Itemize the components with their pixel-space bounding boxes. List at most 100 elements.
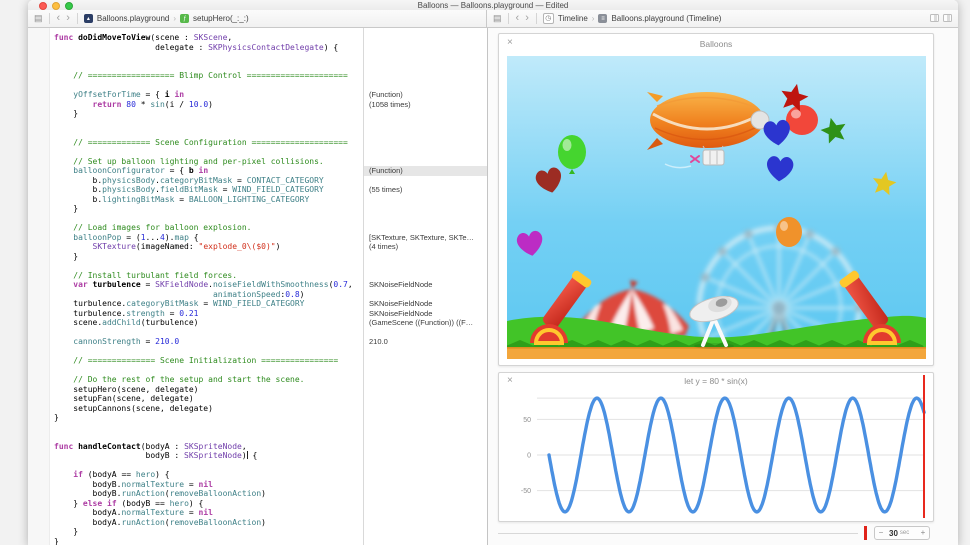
xcode-window: Balloons — Balloons.playground — Edited … [28, 0, 958, 545]
code-line: } [54, 109, 79, 118]
code-line: // Load images for balloon explosion. [54, 223, 252, 232]
result-value[interactable]: SKNoiseFieldNode [364, 299, 487, 309]
divider [535, 13, 537, 24]
chart-card-header: × let y = 80 * sin(x) [499, 373, 933, 391]
code-line: bodyB.runAction(removeBalloonAction) [54, 489, 266, 498]
divider [76, 13, 78, 24]
timeline-doc-icon: ≡ [598, 14, 608, 23]
result-value[interactable]: (4 times) [364, 242, 487, 252]
zoom-window-button[interactable] [65, 2, 73, 10]
titlebar[interactable]: Balloons — Balloons.playground — Edited [28, 0, 958, 10]
code-line: b.physicsBody.fieldBitMask = WIND_FIELD_… [54, 185, 324, 194]
breadcrumb-pane[interactable]: Timeline [558, 14, 588, 23]
related-items-icon[interactable]: ▤ [34, 14, 43, 23]
back-button[interactable]: ‹ [516, 13, 520, 24]
divider [507, 13, 509, 24]
function-icon: ƒ [180, 14, 190, 23]
sine-chart[interactable]: 50 0 -50 [501, 391, 933, 519]
chart-card: × let y = 80 * sin(x) 50 0 -50 [498, 372, 934, 522]
result-value[interactable]: [SKTexture, SKTexture, SKTe… [364, 233, 487, 243]
balloons-scene[interactable] [507, 56, 926, 359]
code-line: // ================== Blimp Control ====… [54, 71, 348, 80]
result-value[interactable]: (Function) [364, 90, 487, 100]
code-line: scene.addChild(turbulence) [54, 318, 199, 327]
forward-button[interactable]: › [66, 13, 70, 24]
result-value[interactable]: (Function) [364, 166, 487, 176]
balloon-red [786, 105, 818, 135]
code-line: var turbulence = SKFieldNode.noiseFieldW… [73, 280, 353, 289]
panel-buttons [930, 14, 952, 22]
code-editor[interactable]: func doDidMoveToView(scene : SKScene, de… [50, 28, 363, 545]
code-line: turbulence.strength = 0.21 [54, 308, 199, 318]
svg-text:-50: -50 [521, 488, 531, 495]
code-line: bodyA.normalTexture = nil [54, 508, 213, 517]
back-button[interactable]: ‹ [57, 13, 61, 24]
editor-jump-bar: ▤ ‹ › ▴ Balloons.playground › ƒ setupHer… [28, 10, 487, 27]
source-editor: func doDidMoveToView(scene : SKScene, de… [28, 28, 487, 545]
result-value[interactable]: (GameScene ((Function)) ((F… [364, 318, 487, 328]
breadcrumb-symbol[interactable]: setupHero(_:_:) [193, 14, 249, 23]
editor-gutter [28, 28, 50, 545]
code-line: delegate : SKPhysicsContactDelegate) { [54, 42, 339, 52]
close-window-button[interactable] [39, 2, 47, 10]
code-lines: func doDidMoveToView(scene : SKScene, de… [50, 28, 363, 545]
divider [48, 13, 50, 24]
traffic-lights [39, 2, 73, 10]
code-line: setupCannons(scene, delegate) [54, 403, 213, 413]
related-items-icon[interactable]: ▤ [493, 14, 502, 23]
breadcrumb-file[interactable]: Balloons.playground [97, 14, 170, 23]
scrubber-track[interactable] [498, 533, 858, 534]
code-line: bodyB.normalTexture = nil [54, 479, 213, 489]
code-line: } [54, 527, 79, 536]
code-line: // Do the rest of the setup and start th… [54, 375, 305, 384]
code-line: yOffsetForTime = { i in [73, 90, 185, 99]
code-line: balloonPop = (1...4).map { [73, 232, 199, 242]
timeline-pane: × Balloons × let y = 80 * sin(x) 50 0 -5… [487, 28, 958, 545]
chevron-right-icon: › [173, 14, 177, 23]
playground-file-icon: ▴ [83, 14, 93, 23]
code-line: } [54, 413, 59, 422]
results-sidebar: (Function) (1058 times) (Function) (55 time… [363, 28, 487, 545]
show-standard-editor-button[interactable] [930, 14, 939, 22]
result-value[interactable]: 210.0 [364, 337, 487, 347]
hide-assistant-button[interactable] [943, 14, 952, 22]
forward-button[interactable]: › [525, 13, 529, 24]
code-line: if (bodyA == hero) { [73, 470, 170, 479]
timeline-scrubber: − 30 sec + [488, 524, 958, 544]
svg-text:50: 50 [523, 417, 531, 424]
balloon-orange [776, 217, 802, 247]
live-view-card: × Balloons [498, 33, 934, 366]
code-line: // Install turbulant field forces. [54, 270, 238, 280]
result-value[interactable]: SKNoiseFieldNode [364, 309, 487, 319]
result-value[interactable]: (55 times) [364, 185, 487, 195]
code-line: return 80 * sin(i / 10.0) [92, 99, 213, 109]
code-line: } else if (bodyB == hero) { [54, 498, 204, 508]
minimize-window-button[interactable] [52, 2, 60, 10]
close-icon[interactable]: × [507, 38, 513, 48]
scrubber-playhead[interactable] [864, 526, 867, 540]
increase-time-button[interactable]: + [917, 527, 929, 539]
playhead-line[interactable] [923, 375, 925, 518]
timeline-jump-bar: ▤ ‹ › ◷ Timeline › ≡ Balloons.playground… [487, 10, 958, 27]
result-value[interactable]: SKNoiseFieldNode [364, 280, 487, 290]
breadcrumb-document[interactable]: Balloons.playground (Timeline) [611, 14, 721, 23]
result-value[interactable]: (1058 times) [364, 100, 487, 110]
decrease-time-button[interactable]: − [875, 527, 887, 539]
code-line: } [54, 251, 79, 261]
svg-text:0: 0 [527, 453, 531, 460]
close-icon[interactable]: × [507, 376, 513, 386]
code-line: } [54, 204, 79, 213]
time-window-stepper: − 30 sec + [874, 526, 930, 540]
